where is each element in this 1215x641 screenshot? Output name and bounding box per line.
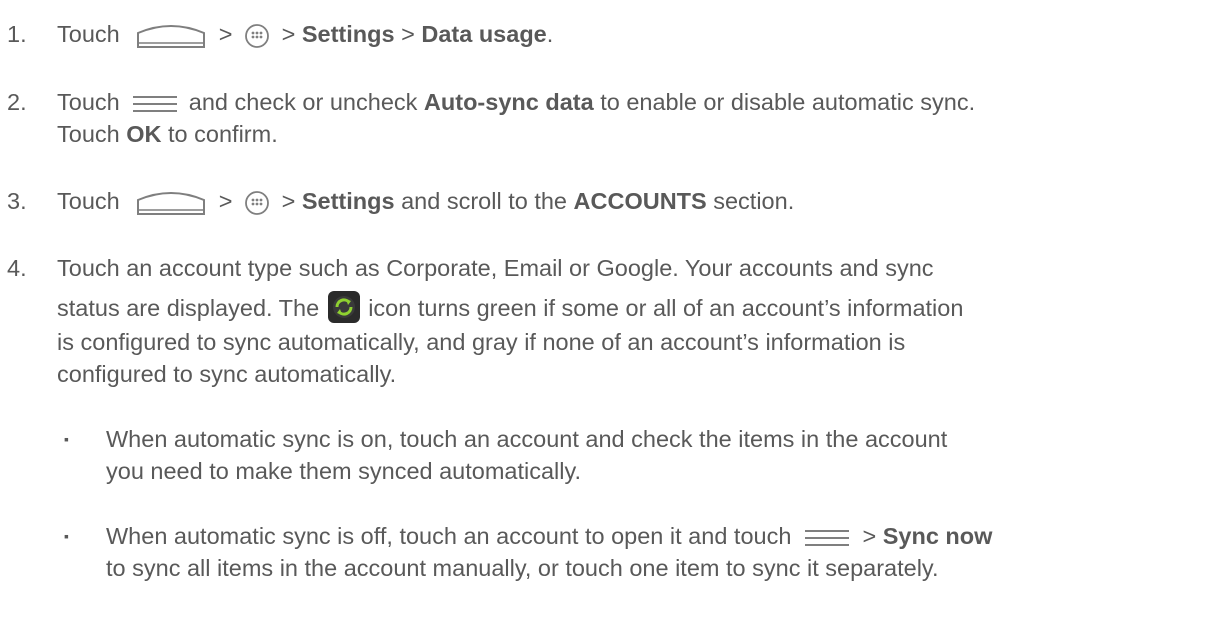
bullet-mark: ▪	[64, 431, 69, 447]
step-text: Touch > > Settings > Data usage.	[57, 21, 554, 49]
home-icon	[136, 23, 206, 49]
apps-icon	[244, 23, 270, 49]
step-number: 2.	[7, 89, 27, 115]
step-number: 1.	[7, 21, 27, 47]
sync-icon	[327, 290, 360, 323]
help-document: 1. Touch > > Settings > Data usage. 2. T…	[7, 21, 993, 581]
bullet-mark: ▪	[64, 528, 69, 544]
home-icon	[136, 190, 206, 216]
menu-icon	[804, 528, 850, 548]
step-text: Touch and check or uncheck Auto-sync dat…	[57, 89, 976, 115]
menu-icon	[132, 94, 178, 114]
bullet-text: When automatic sync is on, touch an acco…	[106, 426, 948, 452]
apps-icon	[244, 190, 270, 216]
step-number: 3.	[7, 188, 27, 214]
step-text: Touch > > Settings and scroll to the ACC…	[57, 188, 795, 216]
step-text: Touch an account type such as Corporate,…	[57, 255, 934, 281]
step-number: 4.	[7, 255, 27, 281]
bullet-text: When automatic sync is off, touch an acc…	[106, 523, 993, 549]
